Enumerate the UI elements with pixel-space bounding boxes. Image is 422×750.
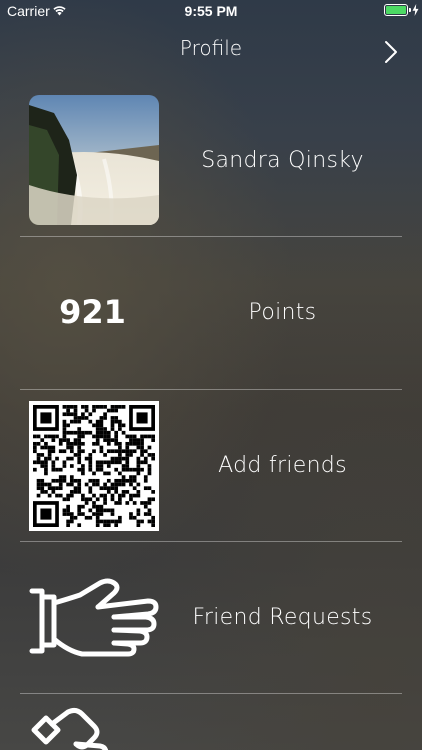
add-friends-row[interactable]: Add friends [0, 390, 422, 542]
battery-icon [384, 4, 408, 16]
friend-requests-row[interactable]: Friend Requests [0, 542, 422, 694]
status-bar: Carrier 9:55 PM [0, 0, 422, 22]
qr-code-pattern [33, 405, 155, 527]
charging-bolt-icon [412, 4, 419, 16]
profile-row[interactable]: Sandra Qinsky [0, 72, 422, 225]
battery-level-fill [386, 6, 406, 14]
page-title: Profile [179, 36, 243, 60]
points-value: 921 [59, 293, 126, 331]
battery-cap [409, 8, 411, 12]
hand-icon [31, 707, 108, 750]
waterfall-photo [29, 95, 159, 225]
chevron-right-icon[interactable] [384, 40, 398, 64]
profile-name: Sandra Qinsky [201, 148, 364, 173]
clock-label: 9:55 PM [184, 3, 238, 19]
points-label: Points [248, 300, 317, 325]
qr-code-icon[interactable] [29, 401, 159, 531]
avatar[interactable] [29, 95, 159, 225]
partial-row[interactable] [0, 694, 422, 750]
navigation-bar: Profile [0, 22, 422, 72]
friend-requests-label: Friend Requests [192, 605, 373, 630]
points-row[interactable]: 921 Points [0, 237, 422, 389]
add-friends-label: Add friends [218, 453, 347, 478]
handshake-hand-icon [29, 578, 159, 657]
